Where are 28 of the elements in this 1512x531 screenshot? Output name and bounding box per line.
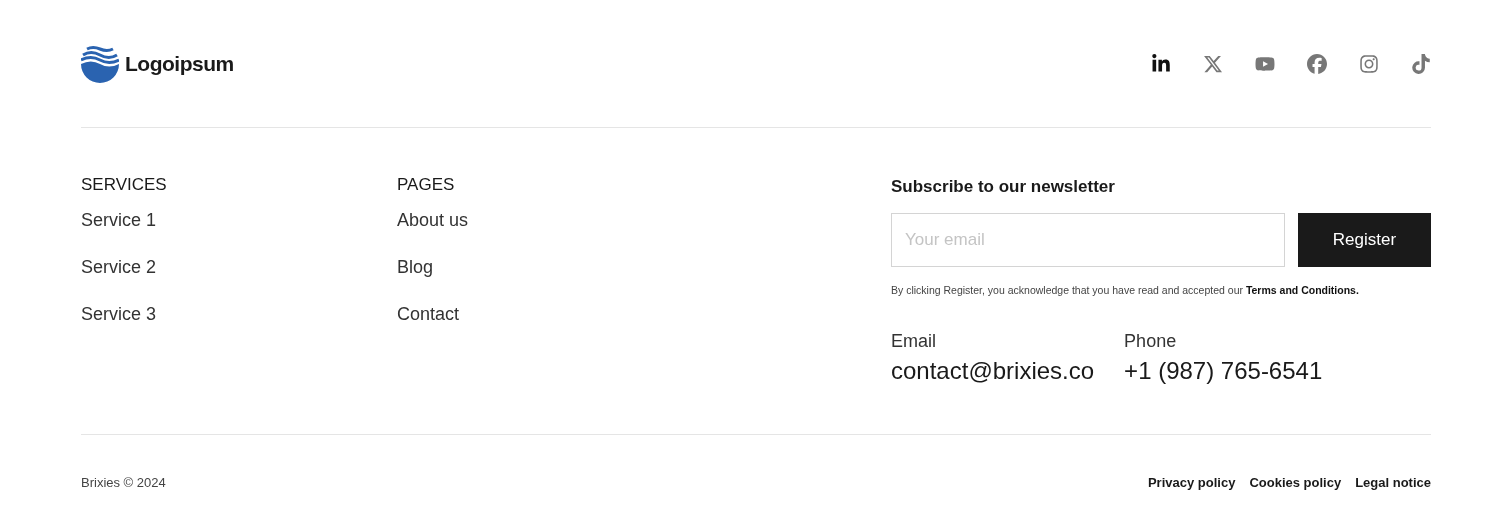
column-heading: SERVICES <box>81 174 168 196</box>
legal-link[interactable]: Legal notice <box>1355 472 1431 493</box>
contact-label: Email <box>891 329 937 353</box>
email-field[interactable]: Your email <box>891 213 1285 267</box>
legal-link[interactable]: Cookies policy <box>1249 472 1342 493</box>
terms-notice: By clicking Register, you acknowledge that you have read and accepted our Terms and Conditions. <box>891 283 1360 298</box>
footer-link[interactable]: Service 3 <box>81 302 397 327</box>
logo-text: Logoipsum <box>125 50 234 77</box>
copyright-text: Brixies © 2024 <box>81 473 166 492</box>
footer-link[interactable]: Service 1 <box>81 208 397 233</box>
tiktok-icon[interactable] <box>1411 53 1431 74</box>
terms-link[interactable]: Terms and Conditions. <box>1245 284 1359 296</box>
column-heading: PAGES <box>397 174 456 196</box>
contact-value: contact@brixies.co <box>891 355 1095 386</box>
footer-link[interactable]: About us <box>397 208 713 233</box>
register-button[interactable]: Register <box>1298 213 1431 267</box>
x-icon[interactable] <box>1203 53 1223 74</box>
footer-link[interactable]: Contact <box>397 302 713 327</box>
facebook-icon[interactable] <box>1307 53 1327 74</box>
contact-value: +1 (987) 765-6541 <box>1124 355 1323 386</box>
instagram-icon[interactable] <box>1359 53 1379 74</box>
linkedin-icon[interactable] <box>1151 53 1171 74</box>
footer-link[interactable]: Blog <box>397 255 713 280</box>
footer-link[interactable]: Service 2 <box>81 255 397 280</box>
logo-icon <box>81 44 119 83</box>
legal-link[interactable]: Privacy policy <box>1147 472 1236 493</box>
newsletter-title: Subscribe to our newsletter <box>891 176 1116 198</box>
contact-label: Phone <box>1124 329 1178 353</box>
